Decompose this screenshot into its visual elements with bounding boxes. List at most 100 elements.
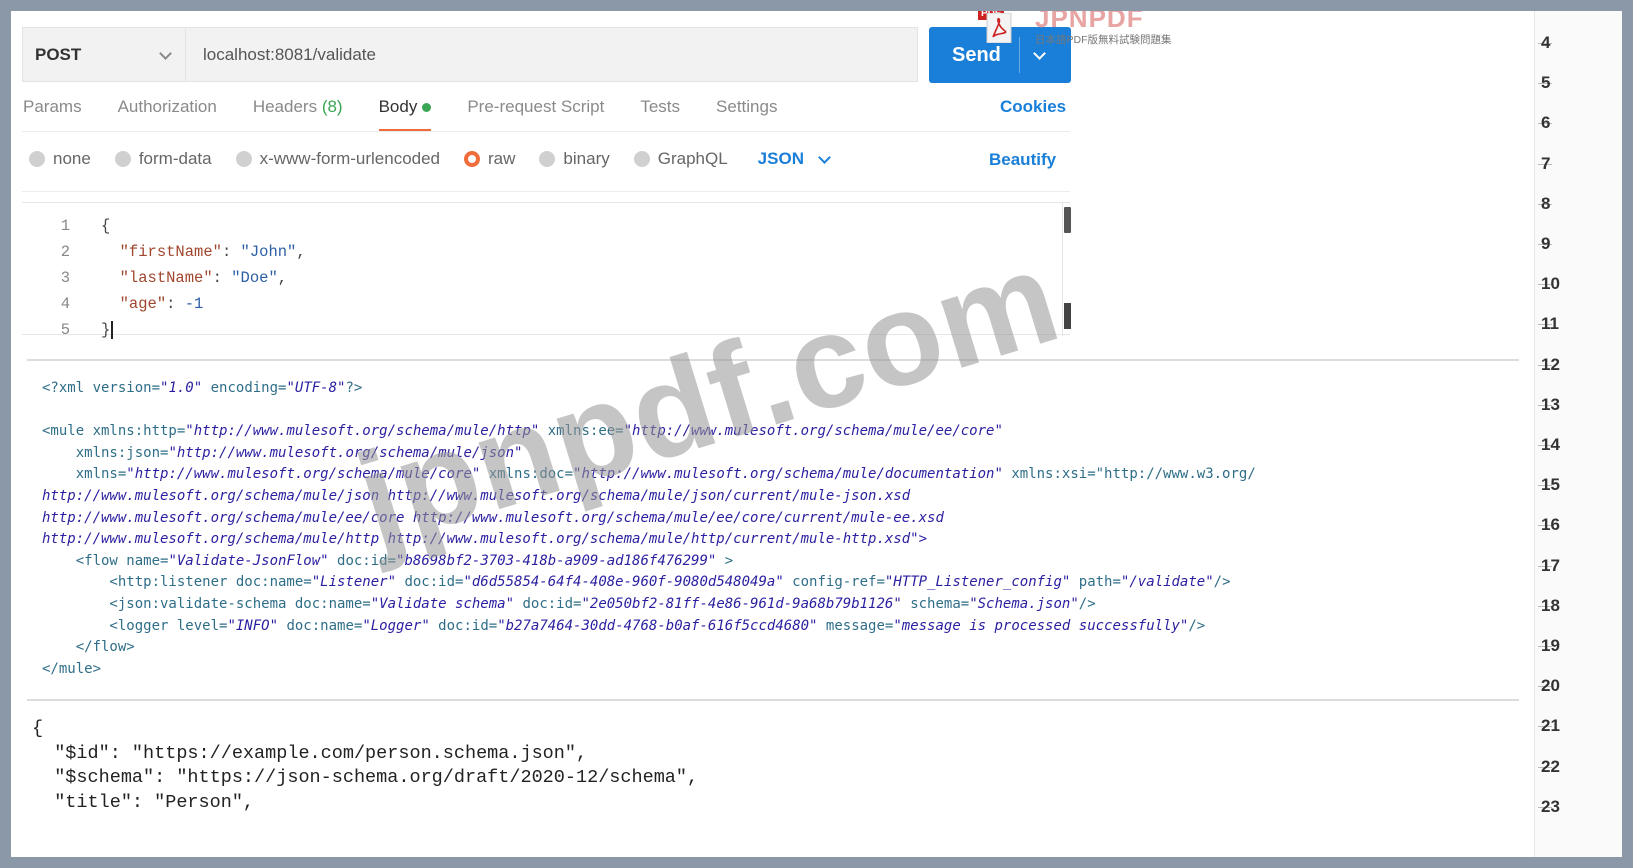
xml-line: <json:validate-schema doc:name="Validate…: [42, 594, 1522, 616]
body-type-selector: none form-data x-www-form-urlencoded raw…: [29, 149, 830, 169]
json-schema-code: { "$id": "https://example.com/person.sch…: [32, 717, 698, 815]
xml-markup: config-ref=: [783, 574, 885, 591]
editor-line: 2 "firstName": "John",: [22, 239, 306, 265]
jpnpdf-logo: PDF JPNPDF 日本語PDF版無料試験問題集: [975, 11, 1172, 49]
tab-settings[interactable]: Settings: [716, 97, 777, 131]
right-line-number: 19: [1541, 636, 1560, 655]
xml-line: </flow>: [42, 637, 1522, 659]
tab-body[interactable]: Body: [378, 97, 432, 131]
editor-scrollbar-thumb[interactable]: [1064, 207, 1071, 233]
radio-x-www-form-urlencoded[interactable]: x-www-form-urlencoded: [235, 149, 440, 169]
url-input[interactable]: localhost:8081/validate: [186, 45, 376, 65]
xml-line: <flow name="Validate-JsonFlow" doc:id="b…: [42, 551, 1522, 573]
radio-form-data[interactable]: form-data: [114, 149, 212, 169]
tab-label: Body: [378, 97, 418, 116]
json-line: {: [32, 718, 44, 739]
xml-attr-value: "message is processed successfully": [893, 617, 1189, 634]
tab-tests[interactable]: Tests: [640, 97, 680, 131]
editor-line: 1 {: [22, 213, 111, 239]
xml-markup: xmlns:xsi="http://www.w3.org/: [1002, 466, 1256, 483]
section-divider: [27, 699, 1519, 701]
screenshot-canvas: POST localhost:8081/validate Send Params…: [11, 11, 1622, 857]
json-line: "title": "Person",: [32, 791, 255, 813]
code-text: "lastName": "Doe",: [82, 269, 287, 287]
brace: }: [101, 321, 111, 340]
xml-markup: <json:validate-schema doc:name=: [42, 595, 371, 612]
right-line-number: 18: [1541, 595, 1560, 615]
json-sep: :: [221, 243, 241, 261]
line-number: 5: [60, 321, 70, 339]
xml-line: </mule>: [42, 659, 1522, 681]
method-select[interactable]: POST: [23, 28, 186, 81]
line-number: 2: [60, 243, 70, 261]
headers-count-badge: (8): [321, 97, 343, 116]
right-line-number: 8: [1541, 193, 1551, 213]
tab-headers[interactable]: Headers (8): [253, 97, 343, 131]
xml-attr-value: "INFO": [227, 617, 279, 634]
xml-line: <http:listener doc:name="Listener" doc:i…: [42, 572, 1522, 594]
right-line-number: 7: [1541, 153, 1551, 173]
radio-none[interactable]: none: [29, 149, 91, 169]
json-key: "firstName": [119, 243, 222, 261]
json-key: "lastName": [119, 269, 213, 287]
radio-raw[interactable]: raw: [464, 149, 515, 169]
tab-pre-request-script[interactable]: Pre-request Script: [467, 97, 604, 131]
right-line-number: 9: [1541, 234, 1551, 253]
xml-markup: />: [1213, 574, 1231, 591]
radio-icon: [114, 151, 131, 167]
xml-attr-value: "UTF-8": [286, 380, 346, 396]
pdf-logo-icon: PDF: [975, 11, 1027, 49]
xml-markup: doc:id=: [429, 617, 498, 634]
xml-line: http://www.mulesoft.org/schema/mule/ee/c…: [42, 508, 1522, 530]
json-end: ,: [277, 269, 288, 287]
tab-authorization[interactable]: Authorization: [118, 97, 217, 131]
xml-line: http://www.mulesoft.org/schema/mule/json…: [42, 486, 1522, 508]
right-line-number: 6: [1541, 113, 1551, 133]
json-line: "$schema": "https://json-schema.org/draf…: [32, 767, 699, 788]
tabs-divider: [22, 131, 1070, 132]
xml-markup: doc:name=: [278, 617, 363, 634]
json-end: ,: [296, 243, 306, 261]
line-number: 4: [60, 295, 70, 313]
chevron-down-icon: [818, 153, 830, 165]
beautify-link[interactable]: Beautify: [989, 150, 1056, 170]
json-value: "Doe": [231, 269, 278, 287]
right-line-number: 14: [1541, 435, 1560, 454]
xml-attr-value: "HTTP_Listener_config": [884, 574, 1071, 591]
right-line-number: 16: [1541, 515, 1560, 535]
xml-line: http://www.mulesoft.org/schema/mule/http…: [42, 529, 1522, 551]
radio-label: form-data: [138, 149, 212, 168]
logo-subtitle: 日本語PDF版無料試験問題集: [1035, 34, 1172, 46]
xml-markup: encoding=: [202, 380, 287, 396]
radio-icon: [633, 151, 650, 167]
format-label: JSON: [757, 149, 804, 168]
xml-markup: schema=: [901, 595, 970, 612]
xml-markup: path=: [1070, 574, 1121, 591]
right-line-number: 17: [1541, 555, 1560, 575]
line-number: 3: [60, 269, 70, 287]
xml-markup: <logger level=: [42, 617, 228, 634]
xml-markup: xmlns:json=: [42, 444, 169, 461]
json-sep: :: [212, 269, 232, 287]
right-line-number: 15: [1541, 475, 1560, 495]
right-line-number: 11: [1541, 314, 1559, 334]
right-line-number: 4: [1541, 33, 1551, 52]
xml-markup: />: [1078, 595, 1096, 612]
radio-icon: [29, 151, 45, 167]
xml-attr-value: "d6d55854-64f4-408e-960f-9080d548049a": [463, 574, 784, 591]
chevron-down-icon[interactable]: [1033, 49, 1045, 61]
radio-graphql[interactable]: GraphQL: [633, 149, 728, 169]
radio-label: GraphQL: [657, 149, 728, 168]
xml-markup: <flow name=: [42, 552, 169, 569]
editor-resize-handle[interactable]: [1064, 303, 1071, 329]
cookies-link[interactable]: Cookies: [1000, 97, 1066, 117]
format-select[interactable]: JSON: [758, 149, 830, 169]
json-value: "John": [240, 243, 297, 261]
right-line-number: 10: [1541, 274, 1560, 294]
radio-binary[interactable]: binary: [539, 149, 610, 169]
xml-markup: doc:id=: [514, 595, 582, 612]
xml-attr-value: "2e050bf2-81ff-4e86-961d-9a68b79b1126": [581, 595, 902, 612]
tab-params[interactable]: Params: [23, 97, 82, 131]
editor-line: 3 "lastName": "Doe",: [22, 265, 287, 291]
json-value: -1: [184, 295, 204, 313]
